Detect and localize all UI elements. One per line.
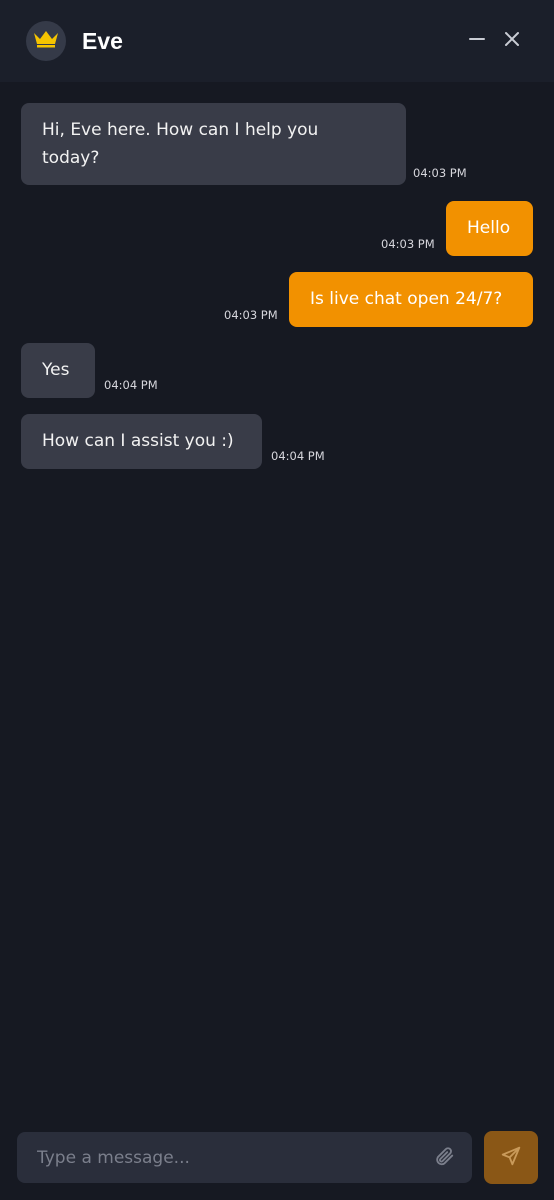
message-text-line: today? (42, 148, 100, 168)
chat-title: Eve (82, 28, 123, 54)
paperclip-icon (433, 1145, 455, 1171)
message-text-line: Hi, Eve here. How can I help you (42, 120, 319, 140)
bot-message: Hi, Eve here. How can I help you today? (21, 103, 406, 185)
message-text: Yes (42, 360, 70, 380)
crown-icon (33, 30, 59, 52)
message-text: How can I assist you :) (42, 431, 234, 451)
message-timestamp: 04:04 PM (271, 449, 325, 463)
message-input[interactable] (17, 1132, 427, 1183)
minimize-icon (469, 31, 485, 51)
send-button[interactable] (484, 1131, 538, 1184)
message-timestamp: 04:03 PM (224, 308, 278, 322)
close-icon (504, 31, 520, 51)
attach-button[interactable] (431, 1145, 457, 1171)
message-text: Is live chat open 24/7? (310, 289, 503, 309)
chat-window: Eve Hi, Eve here. How can I help you tod… (0, 0, 554, 1200)
message-composer (17, 1132, 472, 1183)
minimize-button[interactable] (463, 27, 491, 55)
user-message: Is live chat open 24/7? (289, 272, 533, 327)
message-timestamp: 04:03 PM (381, 237, 435, 251)
user-message: Hello (446, 201, 533, 256)
message-timestamp: 04:04 PM (104, 378, 158, 392)
bot-message: Yes (21, 343, 95, 398)
send-icon (500, 1145, 522, 1171)
close-button[interactable] (498, 27, 526, 55)
message-timestamp: 04:03 PM (413, 166, 467, 180)
bot-message: How can I assist you :) (21, 414, 262, 469)
avatar (26, 21, 66, 61)
message-text: Hello (467, 218, 511, 238)
chat-header: Eve (0, 0, 554, 82)
